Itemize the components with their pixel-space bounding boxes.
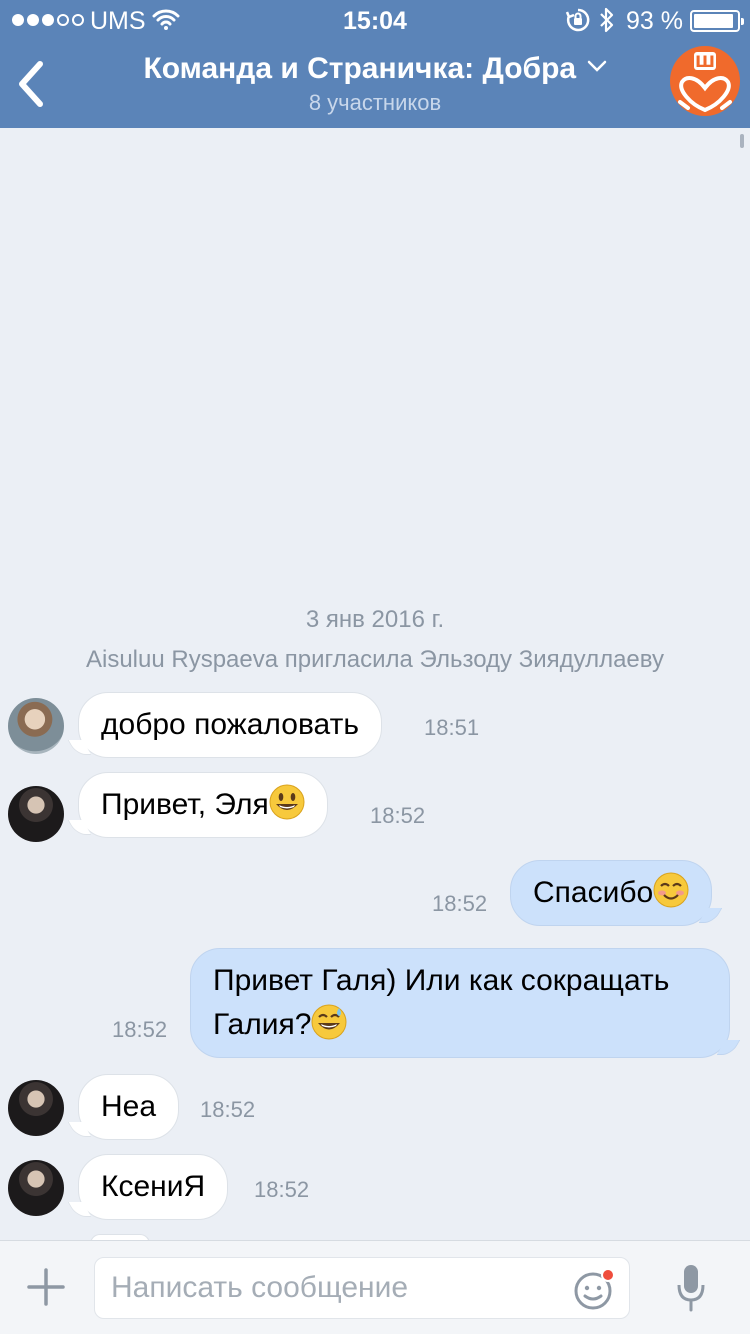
message-time: 18:52 bbox=[112, 1017, 168, 1042]
message-time: 18:52 bbox=[200, 1097, 256, 1122]
incoming-message-bubble[interactable]: Привет, Эля bbox=[78, 772, 328, 838]
sweat-smile-icon bbox=[311, 1004, 347, 1040]
message-text: Неа bbox=[101, 1090, 157, 1123]
message-text: добро пожаловать bbox=[101, 708, 359, 741]
incoming-message-bubble[interactable]: добро пожаловать bbox=[78, 692, 382, 758]
message-time: 18:51 bbox=[424, 715, 480, 740]
chat-participants-count: 8 участников bbox=[308, 90, 442, 115]
group-avatar[interactable]: Ш bbox=[670, 46, 740, 116]
message-text-line: Привет Галя) Или как сокращать bbox=[213, 964, 670, 997]
orientation-lock-icon bbox=[565, 8, 590, 32]
back-chevron-icon[interactable] bbox=[12, 60, 52, 108]
composer-bar: Написать сообщение bbox=[0, 1240, 750, 1334]
status-bar: UMS 15:04 93 % bbox=[0, 0, 750, 40]
message-text: КсениЯ bbox=[101, 1170, 206, 1203]
message-time: 18:52 bbox=[254, 1177, 310, 1202]
group-avatar-letter: Ш bbox=[695, 52, 715, 71]
battery-percent: 93 % bbox=[626, 7, 683, 35]
bluetooth-icon bbox=[600, 7, 614, 33]
sender-avatar[interactable] bbox=[8, 786, 64, 842]
smiling-face-icon bbox=[269, 784, 305, 820]
scroll-indicator[interactable] bbox=[740, 134, 744, 148]
sender-avatar[interactable] bbox=[8, 1080, 64, 1136]
service-message: Aisuluu Ryspaeva пригласила Эльзоду Зияд… bbox=[85, 646, 664, 673]
microphone-icon[interactable] bbox=[676, 1263, 706, 1313]
chevron-down-icon bbox=[587, 60, 606, 72]
message-input-placeholder: Написать сообщение bbox=[111, 1271, 409, 1304]
header: UMS 15:04 93 % Команда и Страничка: Добр… bbox=[0, 0, 750, 128]
battery-fill bbox=[694, 14, 733, 28]
outgoing-message-bubble[interactable]: Привет Галя) Или как сокращать Галия? bbox=[190, 948, 730, 1058]
sender-avatar[interactable] bbox=[8, 1160, 64, 1216]
chat-title-button[interactable]: Команда и Страничка: Добра 8 участников bbox=[100, 52, 650, 116]
chat-title: Команда и Страничка: Добра bbox=[143, 52, 577, 85]
sticker-smile-icon[interactable] bbox=[573, 1267, 617, 1311]
incoming-message-bubble[interactable]: Неа bbox=[78, 1074, 180, 1140]
message-text-line: Галия? bbox=[213, 1008, 312, 1041]
battery-icon bbox=[690, 10, 744, 32]
message-text: Спасибо bbox=[533, 876, 654, 909]
message-time: 18:52 bbox=[432, 891, 488, 916]
outgoing-message-bubble[interactable]: Спасибо bbox=[510, 860, 713, 926]
date-separator: 3 янв 2016 г. bbox=[305, 606, 445, 633]
heart-hands-logo-icon: Ш bbox=[678, 52, 732, 113]
message-input[interactable]: Написать сообщение bbox=[94, 1257, 630, 1319]
attach-plus-icon[interactable] bbox=[26, 1267, 66, 1307]
blushing-face-icon bbox=[653, 872, 689, 908]
sender-avatar[interactable] bbox=[8, 698, 64, 754]
message-text: Привет, Эля bbox=[101, 788, 269, 821]
message-time: 18:52 bbox=[370, 803, 426, 828]
incoming-message-bubble[interactable]: КсениЯ bbox=[78, 1154, 229, 1220]
